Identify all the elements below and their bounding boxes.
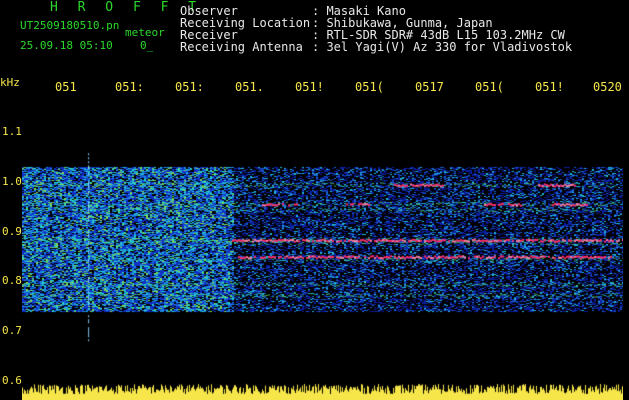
x-tick-label: 051! — [295, 80, 324, 94]
event-type: meteor — [125, 26, 165, 39]
x-tick-label: 051: — [175, 80, 204, 94]
y-axis-unit: kHz — [0, 76, 20, 89]
y-tick-label: 0.7 — [2, 324, 22, 337]
x-tick-label: 051( — [355, 80, 384, 94]
x-tick-label: 051! — [535, 80, 564, 94]
date-time: 25.09.18 05:10 — [20, 39, 113, 52]
x-tick-label: 051. — [235, 80, 264, 94]
spectrogram-canvas — [22, 96, 623, 400]
y-tick-label: 0.6 — [2, 374, 22, 387]
x-tick-label: 0517 — [415, 80, 444, 94]
y-tick-label: 1.1 — [2, 125, 22, 138]
file-name: UT2509180510.pn — [20, 19, 120, 32]
x-tick-label: 051 — [55, 80, 77, 94]
y-tick-label: 0.9 — [2, 225, 22, 238]
y-tick-label: 0.8 — [2, 274, 22, 287]
y-tick-label: 1.0 — [2, 175, 22, 188]
date-trail: 0_ — [140, 39, 154, 52]
antenna-label: Receiving Antenna — [180, 40, 303, 54]
antenna-value: : 3el Yagi(V) Az 330 for Vladivostok — [312, 40, 573, 54]
x-tick-label: 051( — [475, 80, 504, 94]
x-tick-label: 0520 — [593, 80, 622, 94]
x-tick-label: 051: — [115, 80, 144, 94]
